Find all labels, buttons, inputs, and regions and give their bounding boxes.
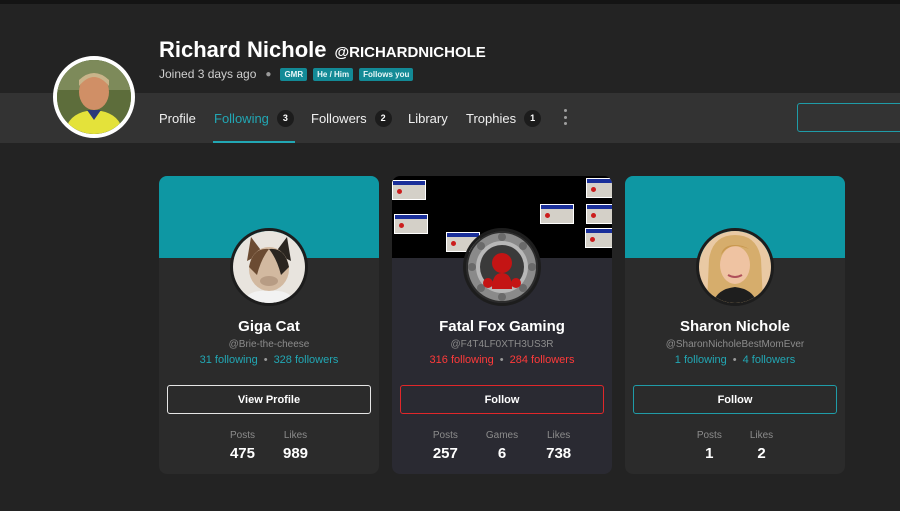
view-profile-button[interactable]: View Profile (167, 385, 371, 414)
games-counter: Games 6 (486, 430, 518, 462)
card-follow-stats: 316 following • 284 followers (392, 354, 612, 366)
likes-counter: Likes 738 (546, 430, 571, 462)
card-counters: Posts 257 Games 6 Likes 738 (392, 430, 612, 462)
profile-handle: @RICHARDNICHOLE (334, 44, 486, 61)
profile-photo (57, 60, 131, 134)
joined-date: Joined 3 days ago (159, 67, 257, 81)
profile-display-name: Richard Nichole (159, 37, 327, 62)
top-strip (0, 0, 900, 4)
separator-dot: • (732, 354, 737, 366)
badge-pronouns: He / Him (313, 67, 354, 81)
kebab-menu-icon[interactable] (560, 107, 570, 127)
card-user-handle: @Brie-the-cheese (228, 339, 310, 350)
retro-window-image (585, 228, 612, 248)
card-avatar[interactable] (696, 228, 774, 306)
user-card-fatal-fox-gaming: Fatal Fox Gaming @F4T4LF0XTH3US3R 316 fo… (392, 176, 612, 474)
tab-label: Following (214, 110, 269, 126)
card-user-handle: @F4T4LF0XTH3US3R (450, 339, 554, 350)
followers-count[interactable]: 4 followers (743, 354, 796, 366)
badge-follows-you: Follows you (359, 67, 414, 81)
separator-dot: • (263, 354, 268, 366)
tab-trophies[interactable]: Trophies 1 (466, 93, 542, 143)
card-user-name: Fatal Fox Gaming (439, 318, 565, 335)
counter-label: Likes (283, 430, 308, 441)
follow-button[interactable]: Follow (633, 385, 837, 414)
likes-counter: Likes 2 (750, 430, 773, 462)
card-counters: Posts 1 Likes 2 (625, 430, 845, 462)
followers-count-badge: 2 (374, 109, 392, 127)
counter-value: 475 (229, 445, 255, 462)
profile-avatar[interactable] (53, 56, 135, 138)
tab-profile[interactable]: Profile (159, 93, 196, 143)
retro-window-image (540, 204, 574, 224)
badge-gmr: GMR (280, 67, 308, 81)
counter-label: Likes (749, 430, 774, 441)
following-count[interactable]: 316 following (430, 354, 494, 366)
tab-followers[interactable]: Followers 2 (311, 93, 392, 143)
retro-window-image (586, 204, 612, 224)
fox-emblem-image (466, 231, 538, 303)
posts-counter: Posts 475 (230, 430, 255, 462)
likes-counter: Likes 989 (283, 430, 308, 462)
card-avatar[interactable] (230, 228, 308, 306)
card-user-name: Sharon Nichole (679, 318, 791, 335)
card-avatar[interactable] (463, 228, 541, 306)
retro-window-image (394, 214, 428, 234)
tab-label: Library (408, 110, 448, 126)
counter-value: 2 (757, 445, 766, 462)
posts-counter: Posts 1 (697, 430, 722, 462)
counter-label: Posts (432, 430, 458, 441)
card-follow-stats: 1 following • 4 followers (625, 354, 845, 366)
tab-label: Profile (159, 110, 196, 126)
counter-value: 1 (705, 445, 714, 462)
tab-following[interactable]: Following 3 (213, 93, 295, 143)
sharon-photo (699, 231, 771, 303)
user-card-giga-cat: Giga Cat @Brie-the-cheese 31 following •… (159, 176, 379, 474)
counter-value: 989 (283, 445, 309, 462)
cat-avatar-image (233, 231, 305, 303)
following-count[interactable]: 31 following (200, 354, 258, 366)
counter-label: Posts (696, 430, 722, 441)
tab-library[interactable]: Library (408, 93, 448, 143)
counter-label: Likes (546, 430, 571, 441)
tab-label: Followers (311, 110, 367, 126)
retro-window-image (392, 180, 426, 200)
following-count-badge: 3 (276, 109, 294, 127)
counter-value: 6 (497, 445, 507, 462)
trophies-count-badge: 1 (524, 109, 542, 127)
profile-tab-bar: Profile Following 3 Followers 2 Library … (0, 93, 900, 143)
card-user-handle: @SharonNicholeBestMomEver (665, 339, 805, 350)
card-user-name: Giga Cat (238, 318, 300, 335)
following-count[interactable]: 1 following (675, 354, 727, 366)
tab-label: Trophies (466, 110, 517, 126)
counter-label: Games (485, 430, 519, 441)
followers-count[interactable]: 284 followers (510, 354, 575, 366)
card-follow-stats: 31 following • 328 followers (159, 354, 379, 366)
followers-count[interactable]: 328 followers (274, 354, 339, 366)
header-action-button[interactable] (797, 103, 900, 132)
counter-label: Posts (229, 430, 255, 441)
posts-counter: Posts 257 (433, 430, 458, 462)
card-counters: Posts 475 Likes 989 (159, 430, 379, 462)
retro-window-image (586, 178, 612, 198)
counter-value: 257 (432, 445, 458, 462)
counter-value: 738 (546, 445, 572, 462)
follow-button[interactable]: Follow (400, 385, 604, 414)
separator-dot: • (499, 354, 504, 366)
separator-dot: ● (265, 68, 272, 80)
user-card-sharon-nichole: Sharon Nichole @SharonNicholeBestMomEver… (625, 176, 845, 474)
